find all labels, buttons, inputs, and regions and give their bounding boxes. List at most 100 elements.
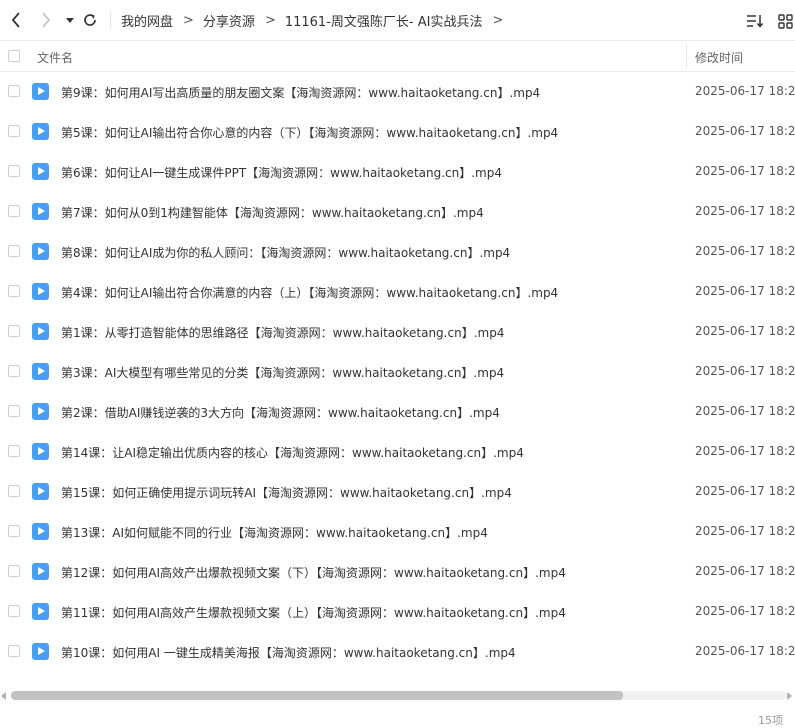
breadcrumb-item-shared-resources[interactable]: 分享资源	[203, 11, 255, 30]
file-name[interactable]: 第1课：从零打造智能体的思维路径【海淘资源网：www.haitaoketang.…	[61, 324, 504, 341]
file-row[interactable]: 第10课：如何用AI 一键生成精美海报【海淘资源网：www.haitaoketa…	[0, 632, 795, 672]
video-file-icon	[32, 483, 49, 500]
video-file-icon	[32, 283, 49, 300]
column-header-modified-time[interactable]: 修改时间	[695, 49, 743, 66]
row-checkbox[interactable]	[8, 645, 20, 657]
scroll-left-arrow[interactable]	[1, 692, 6, 700]
file-name[interactable]: 第14课：让AI稳定输出优质内容的核心【海淘资源网：www.haitaoketa…	[61, 444, 524, 461]
file-modified-time: 2025-06-17 18:26	[695, 484, 795, 498]
file-name[interactable]: 第6课：如何让AI一键生成课件PPT【海淘资源网：www.haitaoketan…	[61, 164, 502, 181]
row-checkbox[interactable]	[8, 165, 20, 177]
file-row[interactable]: 第15课：如何正确使用提示词玩转AI【海淘资源网：www.haitaoketan…	[0, 472, 795, 512]
file-modified-time: 2025-06-17 18:26	[695, 604, 795, 618]
file-row[interactable]: 第14课：让AI稳定输出优质内容的核心【海淘资源网：www.haitaoketa…	[0, 432, 795, 472]
file-name[interactable]: 第4课：如何让AI输出符合你满意的内容（上）【海淘资源网：www.haitaok…	[61, 284, 558, 301]
video-file-icon	[32, 523, 49, 540]
row-checkbox[interactable]	[8, 85, 20, 97]
breadcrumb-item-current-folder[interactable]: 11161-周文强陈厂长- AI实战兵法	[285, 11, 483, 30]
file-row[interactable]: 第5课：如何让AI输出符合你心意的内容（下）【海淘资源网：www.haitaok…	[0, 112, 795, 152]
row-checkbox[interactable]	[8, 205, 20, 217]
file-row[interactable]: 第7课：如何从0到1构建智能体【海淘资源网：www.haitaoketang.c…	[0, 192, 795, 232]
file-modified-time: 2025-06-17 18:26	[695, 444, 795, 458]
file-row[interactable]: 第4课：如何让AI输出符合你满意的内容（上）【海淘资源网：www.haitaok…	[0, 272, 795, 312]
grid-view-icon[interactable]	[775, 11, 795, 31]
video-file-icon	[32, 563, 49, 580]
select-all-checkbox[interactable]	[8, 50, 20, 62]
row-checkbox[interactable]	[8, 445, 20, 457]
file-name[interactable]: 第12课：如何用AI高效产出爆款视频文案（下）【海淘资源网：www.haitao…	[61, 564, 566, 581]
file-name[interactable]: 第15课：如何正确使用提示词玩转AI【海淘资源网：www.haitaoketan…	[61, 484, 512, 501]
file-modified-time: 2025-06-17 18:26	[695, 164, 795, 178]
video-file-icon	[32, 323, 49, 340]
file-modified-time: 2025-06-17 18:26	[695, 284, 795, 298]
row-checkbox[interactable]	[8, 405, 20, 417]
file-name[interactable]: 第5课：如何让AI输出符合你心意的内容（下）【海淘资源网：www.haitaok…	[61, 124, 558, 141]
file-modified-time: 2025-06-17 18:26	[695, 84, 795, 98]
back-icon[interactable]	[6, 10, 26, 30]
row-checkbox[interactable]	[8, 605, 20, 617]
file-name[interactable]: 第9课：如何用AI写出高质量的朋友圈文案【海淘资源网：www.haitaoket…	[61, 84, 540, 101]
scrollbar-thumb[interactable]	[11, 691, 623, 700]
scroll-right-arrow[interactable]	[787, 692, 792, 700]
row-checkbox[interactable]	[8, 485, 20, 497]
row-checkbox[interactable]	[8, 365, 20, 377]
row-checkbox[interactable]	[8, 125, 20, 137]
column-divider[interactable]	[686, 44, 687, 68]
file-modified-time: 2025-06-17 18:26	[695, 364, 795, 378]
horizontal-scrollbar[interactable]	[0, 688, 795, 704]
toolbar: 我的网盘 > 分享资源 > 11161-周文强陈厂长- AI实战兵法 >	[0, 0, 795, 40]
dropdown-icon[interactable]	[60, 10, 80, 30]
file-modified-time: 2025-06-17 18:26	[695, 524, 795, 538]
file-list: 第9课：如何用AI写出高质量的朋友圈文案【海淘资源网：www.haitaoket…	[0, 72, 795, 692]
file-name[interactable]: 第11课：如何用AI高效产生爆款视频文案（上）【海淘资源网：www.haitao…	[61, 604, 566, 621]
breadcrumb: 我的网盘 > 分享资源 > 11161-周文强陈厂长- AI实战兵法 >	[121, 11, 512, 30]
file-row[interactable]: 第11课：如何用AI高效产生爆款视频文案（上）【海淘资源网：www.haitao…	[0, 592, 795, 632]
file-modified-time: 2025-06-17 18:26	[695, 124, 795, 138]
scrollbar-track[interactable]	[11, 691, 786, 700]
row-checkbox[interactable]	[8, 325, 20, 337]
video-file-icon	[32, 243, 49, 260]
row-checkbox[interactable]	[8, 285, 20, 297]
video-file-icon	[32, 643, 49, 660]
file-modified-time: 2025-06-17 18:26	[695, 324, 795, 338]
file-row[interactable]: 第9课：如何用AI写出高质量的朋友圈文案【海淘资源网：www.haitaoket…	[0, 72, 795, 112]
file-name[interactable]: 第7课：如何从0到1构建智能体【海淘资源网：www.haitaoketang.c…	[61, 204, 484, 221]
file-name[interactable]: 第8课：如何让AI成为你的私人顾问：【海淘资源网：www.haitaoketan…	[61, 244, 510, 261]
video-file-icon	[32, 443, 49, 460]
file-row[interactable]: 第6课：如何让AI一键生成课件PPT【海淘资源网：www.haitaoketan…	[0, 152, 795, 192]
video-file-icon	[32, 83, 49, 100]
column-header-name[interactable]: 文件名	[37, 49, 73, 66]
file-row[interactable]: 第1课：从零打造智能体的思维路径【海淘资源网：www.haitaoketang.…	[0, 312, 795, 352]
file-row[interactable]: 第8课：如何让AI成为你的私人顾问：【海淘资源网：www.haitaoketan…	[0, 232, 795, 272]
file-modified-time: 2025-06-17 18:26	[695, 204, 795, 218]
video-file-icon	[32, 363, 49, 380]
sort-icon[interactable]	[745, 11, 765, 31]
list-header: 文件名 修改时间	[0, 40, 795, 72]
video-file-icon	[32, 163, 49, 180]
breadcrumb-separator: >	[492, 12, 504, 28]
file-name[interactable]: 第2课：借助AI赚钱逆袭的3大方向【海淘资源网：www.haitaoketang…	[61, 404, 500, 421]
breadcrumb-separator: >	[264, 12, 276, 28]
file-modified-time: 2025-06-17 18:26	[695, 404, 795, 418]
breadcrumb-item-my-drive[interactable]: 我的网盘	[121, 11, 173, 30]
row-checkbox[interactable]	[8, 565, 20, 577]
file-row[interactable]: 第12课：如何用AI高效产出爆款视频文案（下）【海淘资源网：www.haitao…	[0, 552, 795, 592]
file-row[interactable]: 第13课：AI如何赋能不同的行业【海淘资源网：www.haitaoketang.…	[0, 512, 795, 552]
file-row[interactable]: 第2课：借助AI赚钱逆袭的3大方向【海淘资源网：www.haitaoketang…	[0, 392, 795, 432]
file-name[interactable]: 第3课：AI大模型有哪些常见的分类【海淘资源网：www.haitaoketang…	[61, 364, 504, 381]
video-file-icon	[32, 603, 49, 620]
file-modified-time: 2025-06-17 18:26	[695, 244, 795, 258]
toolbar-divider	[110, 12, 111, 28]
refresh-icon[interactable]	[80, 10, 100, 30]
file-modified-time: 2025-06-17 18:26	[695, 644, 795, 658]
file-modified-time: 2025-06-17 18:26	[695, 564, 795, 578]
file-name[interactable]: 第13课：AI如何赋能不同的行业【海淘资源网：www.haitaoketang.…	[61, 524, 488, 541]
item-count: 15项	[758, 714, 783, 727]
breadcrumb-separator: >	[183, 12, 194, 28]
video-file-icon	[32, 203, 49, 220]
file-row[interactable]: 第3课：AI大模型有哪些常见的分类【海淘资源网：www.haitaoketang…	[0, 352, 795, 392]
forward-icon[interactable]	[36, 10, 56, 30]
row-checkbox[interactable]	[8, 245, 20, 257]
file-name[interactable]: 第10课：如何用AI 一键生成精美海报【海淘资源网：www.haitaoketa…	[61, 644, 516, 661]
row-checkbox[interactable]	[8, 525, 20, 537]
